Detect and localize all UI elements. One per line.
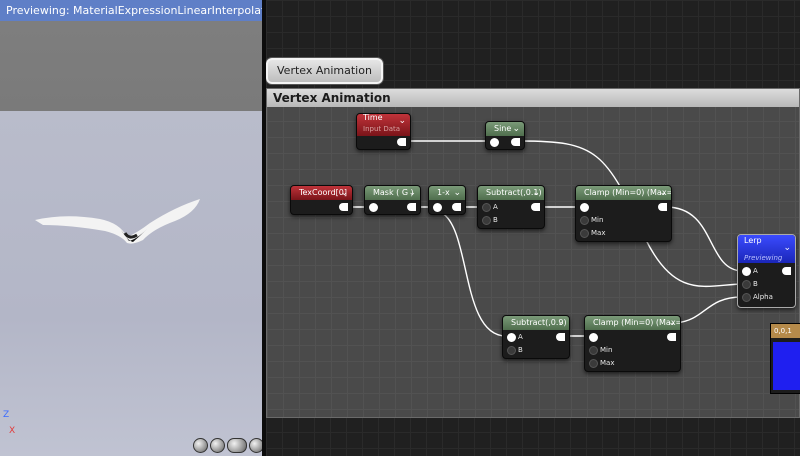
chevron-down-icon[interactable]: ⌄ — [512, 122, 520, 136]
chevron-down-icon[interactable]: ⌄ — [340, 186, 348, 200]
sine-node-title: Sine — [494, 124, 512, 133]
lerp-node-title: Lerp — [744, 236, 762, 245]
preview-ground-plane — [0, 111, 262, 456]
axis-x-label: X — [9, 426, 16, 436]
subtract-0-9-output-pin[interactable] — [556, 333, 565, 341]
subtract-0-1-pin-b-label: B — [493, 216, 498, 224]
lerp-output-pin[interactable] — [782, 267, 791, 275]
chevron-down-icon[interactable]: ⌄ — [783, 241, 791, 255]
clamp-2-max-pin[interactable] — [589, 359, 598, 368]
one-minus-node[interactable]: 1-x ⌄ — [428, 185, 466, 215]
subtract-0-1-pin-a[interactable] — [482, 203, 491, 212]
texcoord-node-header[interactable]: TexCoord[0] ⌄ — [291, 186, 352, 200]
mask-node[interactable]: Mask ( G ) ⌄ — [364, 185, 421, 215]
subtract-0-9-pin-b-label: B — [518, 346, 523, 354]
clamp-2-max-label: Max — [600, 359, 615, 367]
texcoord-node[interactable]: TexCoord[0] ⌄ — [290, 185, 353, 215]
constant-vector-node[interactable]: 0,0,1 — [770, 323, 800, 394]
sine-node-header[interactable]: Sine ⌄ — [486, 122, 524, 136]
sine-input-pin[interactable] — [490, 138, 499, 147]
chevron-down-icon[interactable]: ⌄ — [532, 186, 540, 200]
mask-node-header[interactable]: Mask ( G ) ⌄ — [365, 186, 420, 200]
time-node-subtitle: Input Data — [363, 125, 401, 133]
axis-z-label: Z — [3, 410, 10, 420]
subtract-0-9-node[interactable]: Subtract(,0.9) ⌄ A B — [502, 315, 570, 359]
material-graph-canvas[interactable]: Vertex Animation Vertex Animation Time I… — [266, 0, 800, 456]
clamp-node-2-header[interactable]: Clamp (Min=0) (Max=1) ⌄ — [585, 316, 680, 330]
time-node-header[interactable]: Time Input Data ⌄ — [357, 114, 410, 136]
cube-preview-icon[interactable] — [249, 438, 262, 453]
lerp-pin-alpha-label: Alpha — [753, 293, 773, 301]
clamp-1-min-pin[interactable] — [580, 216, 589, 225]
clamp-2-output-pin[interactable] — [667, 333, 676, 341]
one-minus-input-pin[interactable] — [433, 203, 442, 212]
mask-output-pin[interactable] — [407, 203, 416, 211]
clamp-1-max-label: Max — [591, 229, 606, 237]
color-swatch — [773, 342, 800, 390]
clamp-1-max-pin[interactable] — [580, 229, 589, 238]
lerp-pin-alpha[interactable] — [742, 293, 751, 302]
subtract-0-9-pin-a-label: A — [518, 333, 523, 341]
subtract-0-1-pin-a-label: A — [493, 203, 498, 211]
chevron-down-icon[interactable]: ⌄ — [668, 316, 676, 330]
lerp-pin-b-label: B — [753, 280, 758, 288]
subtract-0-1-node[interactable]: Subtract(,0.1) ⌄ A B — [477, 185, 545, 229]
material-preview-viewport[interactable]: Previewing: MaterialExpressionLinearInte… — [0, 0, 262, 456]
lerp-node-header[interactable]: Lerp Previewing ⌄ — [738, 235, 795, 263]
preview-shape-buttons — [193, 438, 262, 453]
subtract-0-9-pin-a[interactable] — [507, 333, 516, 342]
lerp-node[interactable]: Lerp Previewing ⌄ A B Alpha — [737, 234, 796, 308]
clamp-1-output-pin[interactable] — [658, 203, 667, 211]
time-node[interactable]: Time Input Data ⌄ — [356, 113, 411, 150]
lerp-node-subtitle: Previewing — [744, 254, 783, 262]
sphere-preview-icon[interactable] — [210, 438, 225, 453]
sine-node[interactable]: Sine ⌄ — [485, 121, 525, 150]
subtract-0-1-pin-b[interactable] — [482, 216, 491, 225]
chevron-down-icon[interactable]: ⌄ — [408, 186, 416, 200]
time-output-pin[interactable] — [397, 138, 406, 146]
subtract-0-1-node-header[interactable]: Subtract(,0.1) ⌄ — [478, 186, 544, 200]
subtract-0-9-node-header[interactable]: Subtract(,0.9) ⌄ — [503, 316, 569, 330]
lerp-pin-a[interactable] — [742, 267, 751, 276]
clamp-1-input-pin[interactable] — [580, 203, 589, 212]
chevron-down-icon[interactable]: ⌄ — [557, 316, 565, 330]
clamp-2-min-label: Min — [600, 346, 613, 354]
clamp-node-2-title: Clamp (Min=0) (Max=1) — [593, 318, 680, 327]
bird-mesh-preview — [35, 199, 200, 244]
preview-background-upper — [0, 21, 262, 111]
subtract-0-1-output-pin[interactable] — [531, 203, 540, 211]
chevron-down-icon[interactable]: ⌄ — [659, 186, 667, 200]
lerp-pin-b[interactable] — [742, 280, 751, 289]
texcoord-output-pin[interactable] — [339, 203, 348, 211]
clamp-node-1-title: Clamp (Min=0) (Max=1) — [584, 188, 671, 197]
preview-title: Previewing: MaterialExpressionLinearInte… — [0, 0, 262, 21]
clamp-node-1-header[interactable]: Clamp (Min=0) (Max=1) ⌄ — [576, 186, 671, 200]
clamp-node-2[interactable]: Clamp (Min=0) (Max=1) ⌄ Min Max — [584, 315, 681, 372]
one-minus-output-pin[interactable] — [452, 203, 461, 211]
subtract-0-9-pin-b[interactable] — [507, 346, 516, 355]
chevron-down-icon[interactable]: ⌄ — [453, 186, 461, 200]
lerp-pin-a-label: A — [753, 267, 758, 275]
mask-input-pin[interactable] — [369, 203, 378, 212]
plane-preview-icon[interactable] — [227, 438, 247, 453]
sine-output-pin[interactable] — [511, 138, 520, 146]
clamp-1-min-label: Min — [591, 216, 604, 224]
one-minus-node-header[interactable]: 1-x ⌄ — [429, 186, 465, 200]
clamp-2-min-pin[interactable] — [589, 346, 598, 355]
cylinder-preview-icon[interactable] — [193, 438, 208, 453]
one-minus-node-title: 1-x — [437, 188, 450, 197]
clamp-2-input-pin[interactable] — [589, 333, 598, 342]
clamp-node-1[interactable]: Clamp (Min=0) (Max=1) ⌄ Min Max — [575, 185, 672, 242]
chevron-down-icon[interactable]: ⌄ — [398, 114, 406, 128]
constant-vector-node-title: 0,0,1 — [771, 324, 800, 338]
